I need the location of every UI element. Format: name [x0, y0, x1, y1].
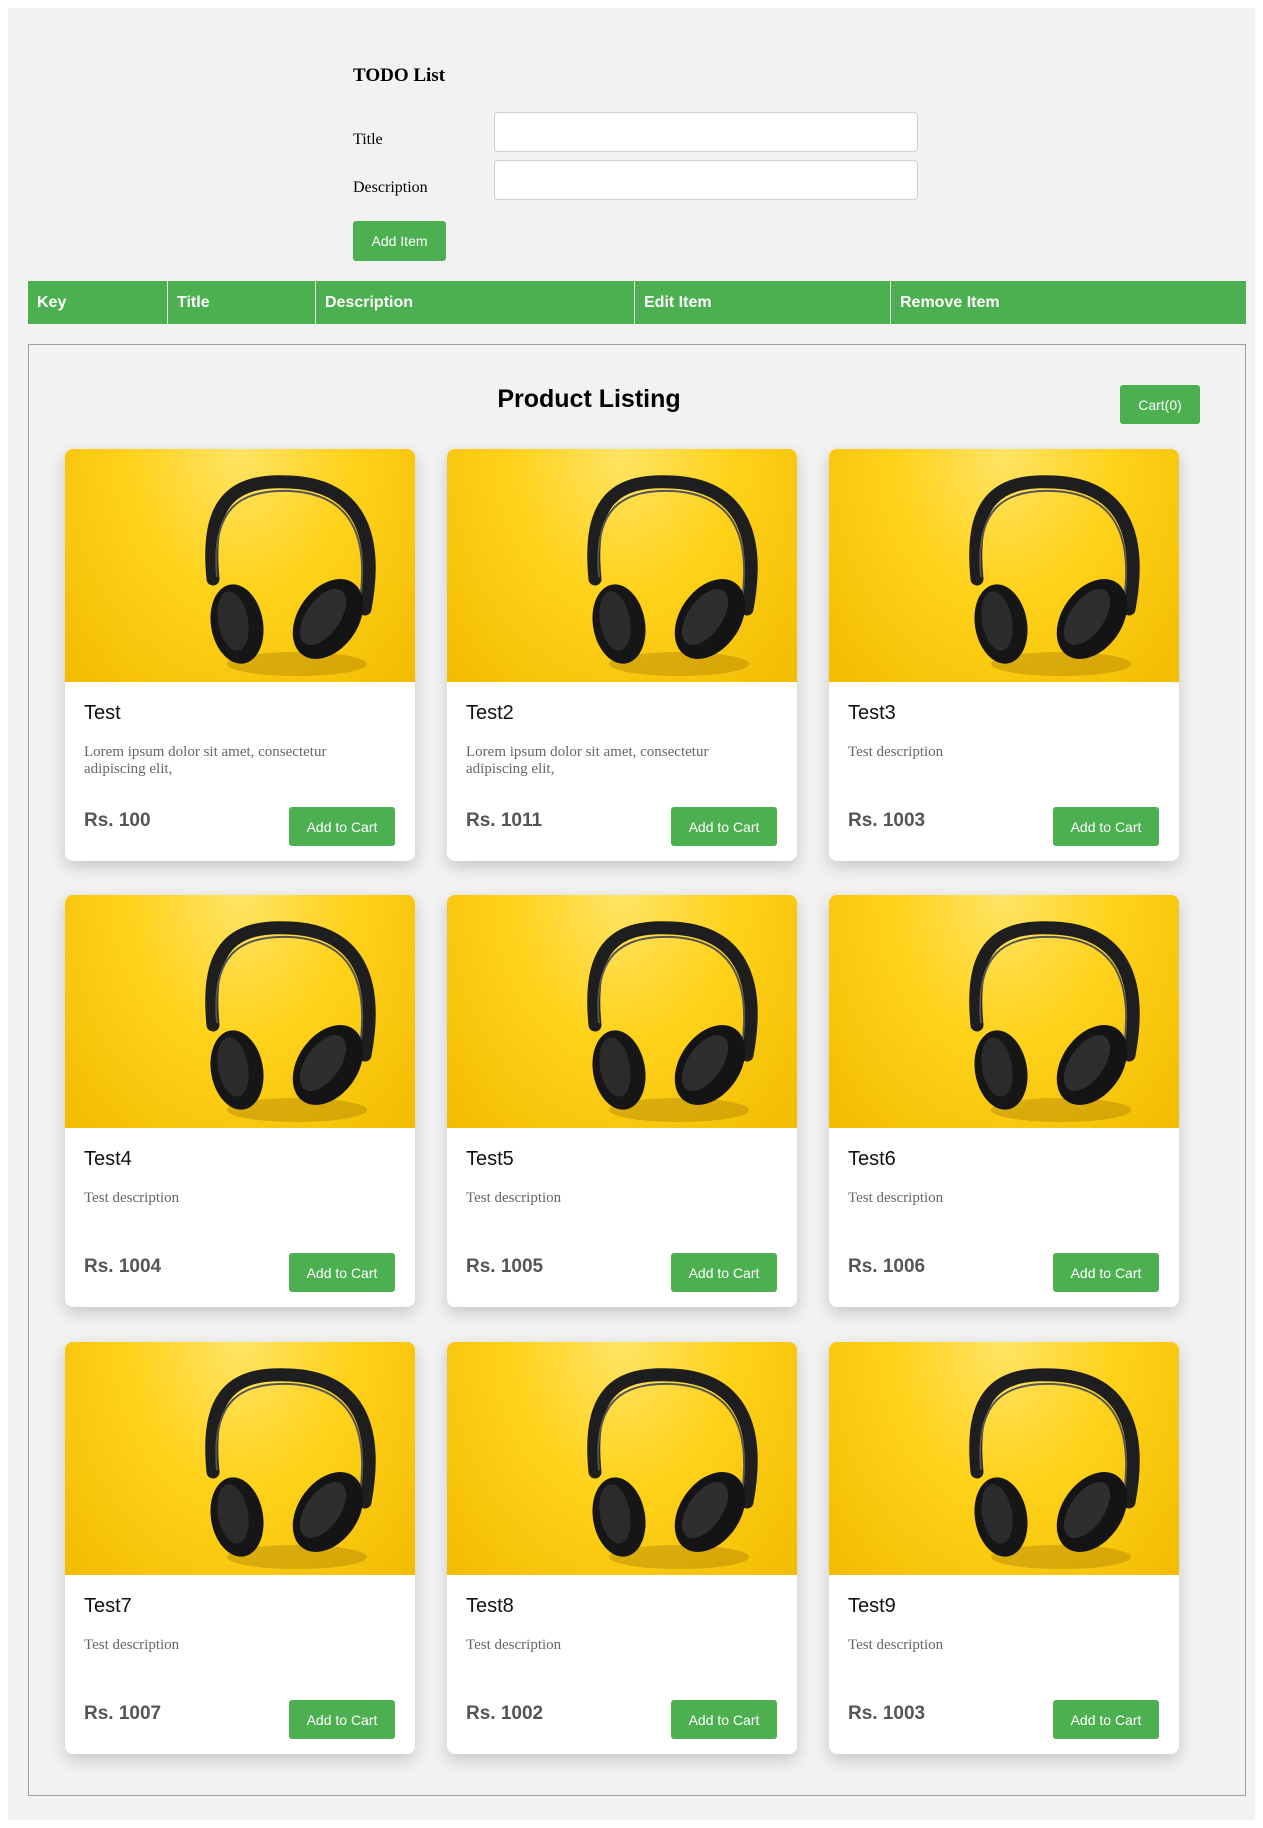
- product-image: [829, 895, 1179, 1128]
- product-image: [65, 895, 415, 1128]
- headphones-icon: [587, 921, 758, 1122]
- product-image: [447, 449, 797, 682]
- title-label: Title: [353, 131, 383, 148]
- headphones-icon: [205, 921, 376, 1122]
- product-image: [447, 895, 797, 1128]
- title-input[interactable]: [494, 112, 918, 152]
- description-label: Description: [353, 179, 428, 196]
- product-description: Test description: [848, 744, 944, 760]
- product-image: [829, 1342, 1179, 1575]
- product-description: Test description: [848, 1637, 944, 1653]
- add-to-cart-button[interactable]: Add to Cart: [289, 1700, 395, 1739]
- product-price: Rs. 1003: [848, 810, 926, 831]
- product-card: Test6 Test description Rs. 1006 Add to Cart: [829, 895, 1179, 1307]
- product-price: Rs. 1004: [84, 1256, 162, 1277]
- product-description: Lorem ipsum dolor sit amet, consectetur …: [84, 744, 327, 777]
- add-to-cart-button[interactable]: Add to Cart: [289, 807, 395, 846]
- product-image: [65, 449, 415, 682]
- add-to-cart-button[interactable]: Add to Cart: [289, 1253, 395, 1292]
- product-title: Test4: [84, 1148, 132, 1170]
- product-card: Test3 Test description Rs. 1003 Add to Cart: [829, 449, 1179, 861]
- add-to-cart-button[interactable]: Add to Cart: [671, 807, 777, 846]
- product-description: Lorem ipsum dolor sit amet, consectetur …: [466, 744, 709, 777]
- product-card: Test9 Test description Rs. 1003 Add to Cart: [829, 1342, 1179, 1754]
- product-title: Test3: [848, 702, 896, 724]
- headphones-icon: [587, 1368, 758, 1569]
- headphones-icon: [969, 475, 1140, 676]
- cart-button[interactable]: Cart(0): [1120, 385, 1200, 424]
- product-card: Test7 Test description Rs. 1007 Add to Cart: [65, 1342, 415, 1754]
- product-price: Rs. 100: [84, 810, 151, 831]
- headphones-icon: [969, 1368, 1140, 1569]
- product-title: Test5: [466, 1148, 514, 1170]
- product-title: Test6: [848, 1148, 896, 1170]
- headphones-icon: [205, 1368, 376, 1569]
- product-price: Rs. 1005: [466, 1256, 544, 1277]
- product-title: Test9: [848, 1595, 896, 1617]
- headphones-icon: [969, 921, 1140, 1122]
- column-header-description: Description: [316, 281, 635, 324]
- product-description: Test description: [466, 1190, 562, 1206]
- product-card: Test8 Test description Rs. 1002 Add to Cart: [447, 1342, 797, 1754]
- product-card: Test5 Test description Rs. 1005 Add to Cart: [447, 895, 797, 1307]
- product-price: Rs. 1003: [848, 1703, 926, 1724]
- product-card: Test4 Test description Rs. 1004 Add to Cart: [65, 895, 415, 1307]
- column-header-title: Title: [168, 281, 316, 324]
- product-card: Test2 Lorem ipsum dolor sit amet, consect…: [447, 449, 797, 861]
- product-price: Rs. 1002: [466, 1703, 544, 1724]
- page: TODO List Title Description Add Item Key…: [8, 8, 1255, 1820]
- product-description: Test description: [84, 1637, 180, 1653]
- add-to-cart-button[interactable]: Add to Cart: [1053, 1700, 1159, 1739]
- column-header-edit-item: Edit Item: [635, 281, 891, 324]
- product-image: [65, 1342, 415, 1575]
- add-item-button[interactable]: Add Item: [353, 221, 446, 261]
- product-title: Test2: [466, 702, 514, 724]
- product-description: Test description: [848, 1190, 944, 1206]
- description-input[interactable]: [494, 160, 918, 200]
- column-header-key: Key: [28, 281, 168, 324]
- product-price: Rs. 1011: [466, 810, 543, 831]
- headphones-icon: [205, 475, 376, 676]
- product-image: [829, 449, 1179, 682]
- product-title: Test7: [84, 1595, 132, 1617]
- product-price: Rs. 1007: [84, 1703, 162, 1724]
- todo-heading: TODO List: [353, 65, 446, 86]
- add-to-cart-button[interactable]: Add to Cart: [671, 1253, 777, 1292]
- product-listing: Product Listing Cart(0) Test Lorem ipsum …: [28, 344, 1246, 1796]
- add-to-cart-button[interactable]: Add to Cart: [671, 1700, 777, 1739]
- product-description: Test description: [466, 1637, 562, 1653]
- add-to-cart-button[interactable]: Add to Cart: [1053, 807, 1159, 846]
- product-listing-title: Product Listing: [497, 385, 681, 413]
- product-price: Rs. 1006: [848, 1256, 926, 1277]
- product-title: Test8: [466, 1595, 514, 1617]
- product-card: Test Lorem ipsum dolor sit amet, consecte…: [65, 449, 415, 861]
- product-image: [447, 1342, 797, 1575]
- product-description: Test description: [84, 1190, 180, 1206]
- add-to-cart-button[interactable]: Add to Cart: [1053, 1253, 1159, 1292]
- todo-table-header: Key Title Description Edit Item Remove I…: [28, 281, 1246, 324]
- product-title: Test: [84, 702, 121, 724]
- column-header-remove-item: Remove Item: [900, 293, 1000, 311]
- headphones-icon: [587, 475, 758, 676]
